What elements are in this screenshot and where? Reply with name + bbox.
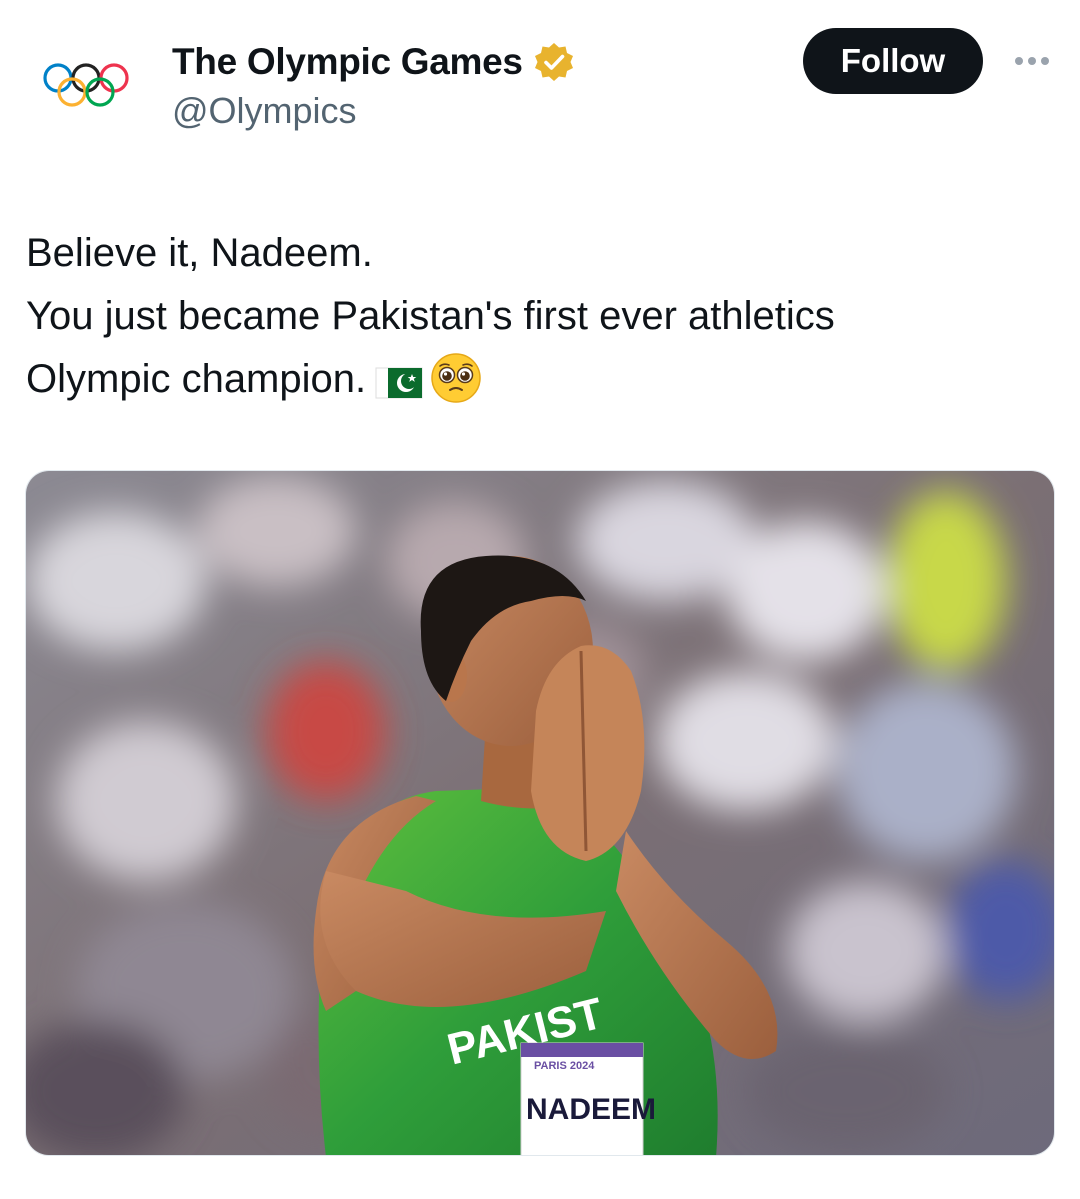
athlete-photo: PAKIST PARIS 2024 NADEEM <box>26 471 1054 1155</box>
olympic-rings-icon <box>43 63 129 107</box>
tweet-card: The Olympic Games @Olympics Follow Belie… <box>0 0 1080 1199</box>
more-options-icon[interactable] <box>1012 54 1052 68</box>
tweet-media-photo[interactable]: PAKIST PARIS 2024 NADEEM <box>25 470 1055 1156</box>
author-handle[interactable]: @Olympics <box>172 90 357 132</box>
bib-name: NADEEM <box>526 1093 656 1126</box>
tweet-text: Believe it, Nadeem. You just became Paki… <box>26 222 1046 411</box>
race-bib: PARIS 2024 NADEEM <box>520 1042 656 1155</box>
tweet-line-last: Olympic champion. <box>26 348 1046 411</box>
tweet-line: You just became Pakistan's first ever at… <box>26 294 835 338</box>
pakistan-flag-emoji <box>375 367 423 399</box>
author-display-name[interactable]: The Olympic Games <box>172 41 523 83</box>
tweet-line: Believe it, Nadeem. <box>26 231 373 275</box>
follow-button[interactable]: Follow <box>803 28 983 94</box>
olympic-rings-avatar[interactable] <box>40 58 132 116</box>
author-name-row: The Olympic Games <box>172 38 575 86</box>
pleading-face-emoji <box>431 353 481 403</box>
tweet-line-text: Olympic champion. <box>26 357 367 401</box>
bib-event: PARIS 2024 <box>534 1060 595 1072</box>
gold-verified-icon <box>534 43 573 81</box>
